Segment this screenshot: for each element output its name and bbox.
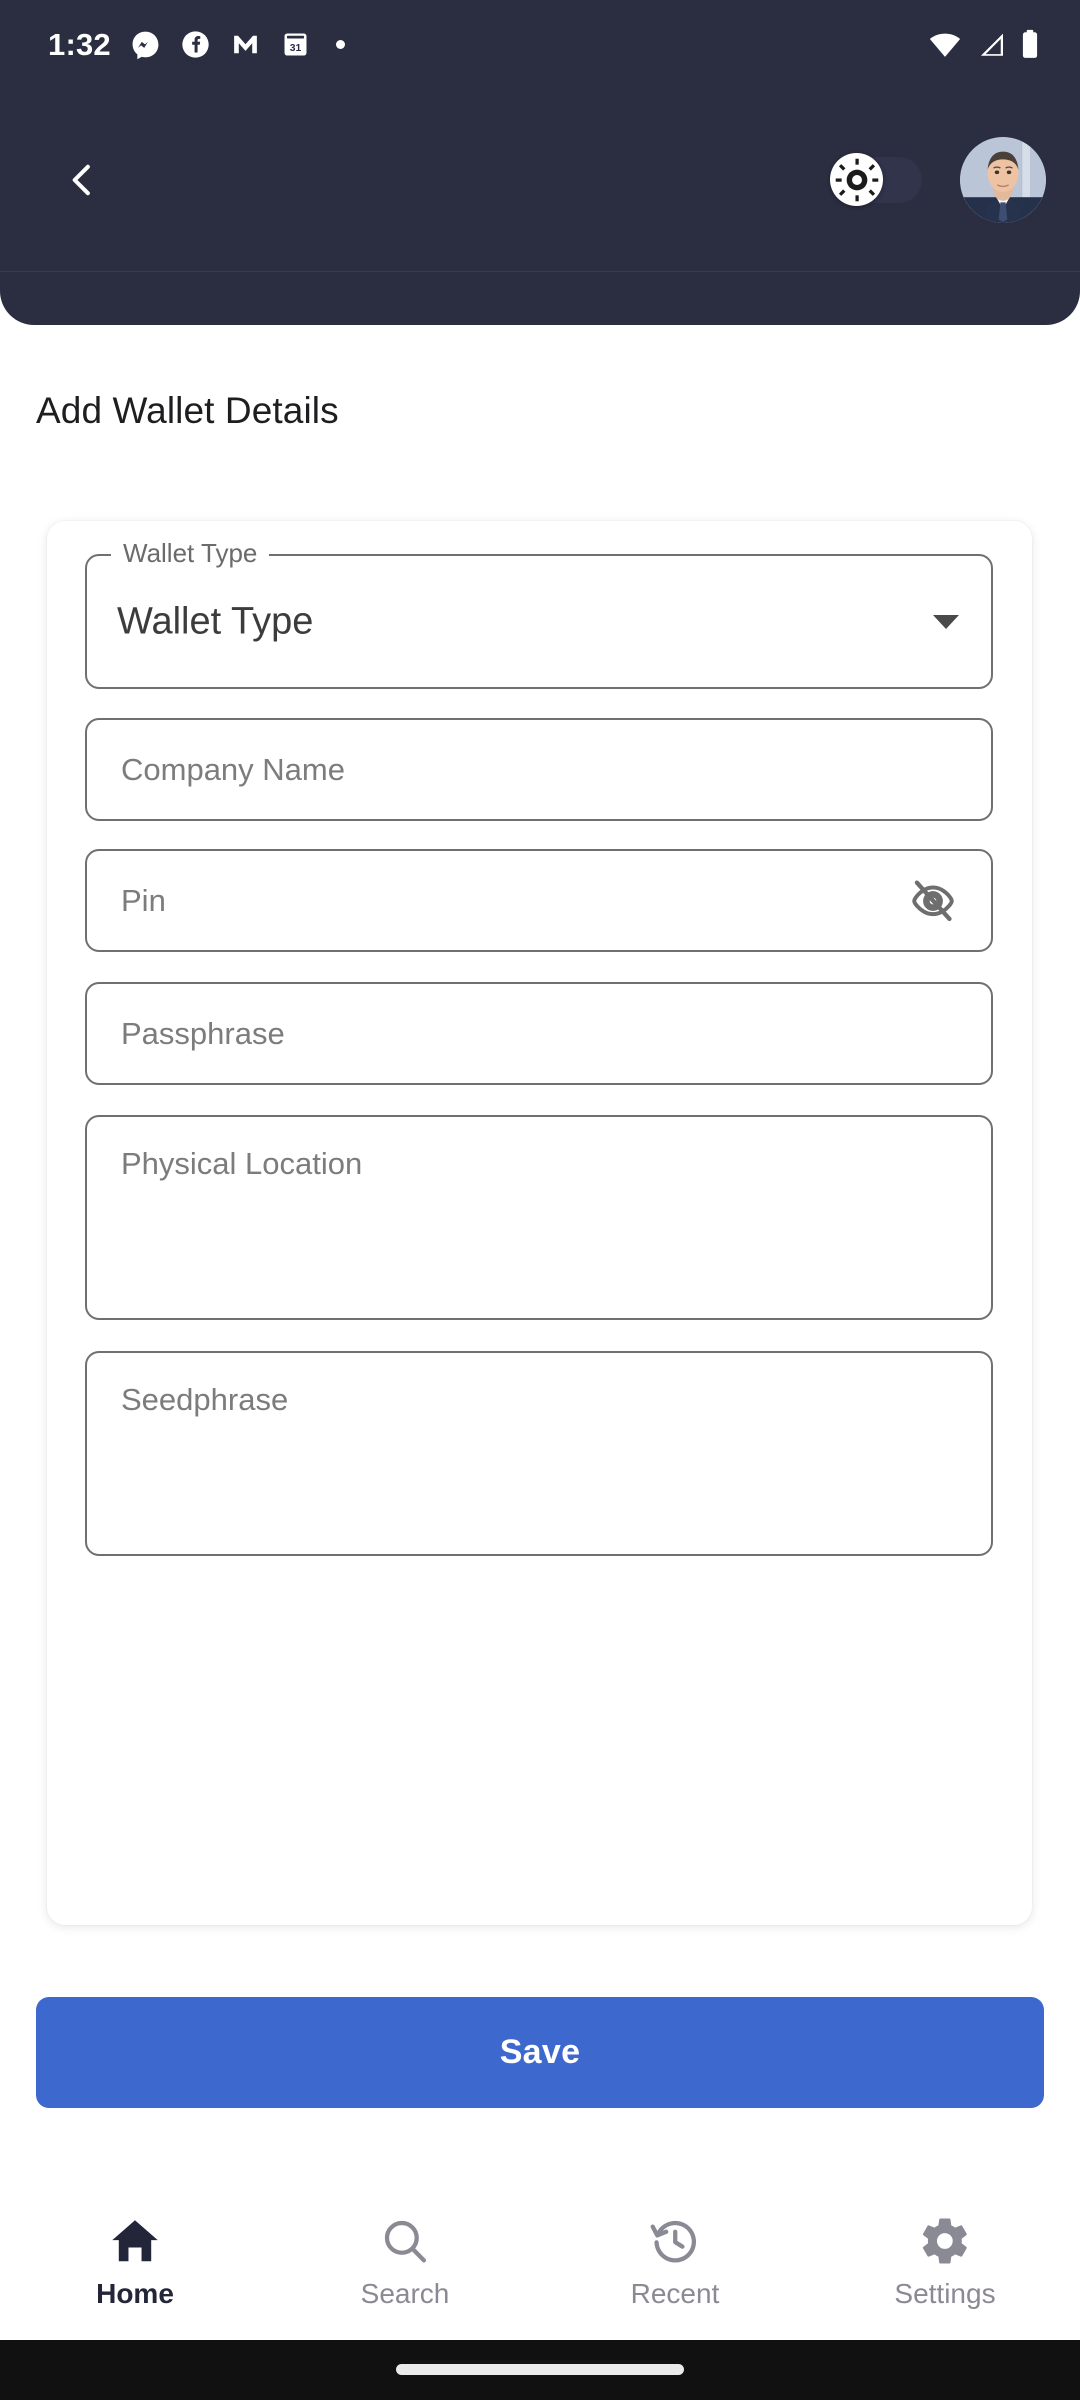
- physical-location-textarea[interactable]: [87, 1117, 991, 1318]
- nav-label-search: Search: [360, 2278, 450, 2309]
- pin-field[interactable]: [85, 849, 993, 952]
- chevron-left-icon: [72, 164, 90, 195]
- app-header: [0, 88, 1080, 325]
- nav-label-recent: Recent: [630, 2278, 720, 2309]
- wallet-type-label: Wallet Type: [123, 538, 258, 568]
- messenger-icon: [132, 31, 159, 59]
- app-header-content: [0, 88, 1080, 271]
- calendar-icon: 31: [284, 33, 307, 55]
- back-button[interactable]: [46, 144, 118, 216]
- wallet-type-select[interactable]: Wallet Type Wallet Type: [85, 538, 993, 689]
- pin-input[interactable]: [87, 851, 991, 950]
- notification-dot-icon: [335, 39, 345, 49]
- chevron-down-icon[interactable]: [933, 614, 959, 629]
- battery-icon: [1022, 29, 1038, 58]
- company-name-field[interactable]: [85, 718, 993, 821]
- nav-label-home: Home: [96, 2278, 174, 2309]
- facebook-icon: [182, 30, 209, 58]
- save-button[interactable]: Save: [36, 1997, 1044, 2108]
- search-icon: [384, 2220, 427, 2263]
- theme-toggle-knob: [830, 153, 883, 206]
- user-profile-photo: [960, 136, 1046, 223]
- physical-location-field[interactable]: [85, 1115, 993, 1320]
- pin-visibility-toggle[interactable]: [907, 875, 959, 927]
- wallet-type-value: Wallet Type: [117, 600, 314, 642]
- nav-item-recent[interactable]: Recent: [540, 2214, 810, 2310]
- nav-item-home[interactable]: Home: [0, 2214, 270, 2310]
- app-header-divider: [0, 271, 1080, 272]
- nav-label-settings: Settings: [894, 2278, 996, 2309]
- seedphrase-field[interactable]: [85, 1351, 993, 1556]
- bottom-navigation: Home Search Recent Settings: [0, 2200, 1080, 2340]
- cellular-signal-icon: [980, 33, 1003, 56]
- system-gesture-bar: [0, 2340, 1080, 2400]
- nav-item-settings[interactable]: Settings: [810, 2214, 1080, 2310]
- status-bar: 1:32 31: [0, 0, 1080, 88]
- gmail-icon: [233, 35, 257, 53]
- nav-item-search[interactable]: Search: [270, 2214, 540, 2310]
- passphrase-field[interactable]: [85, 982, 993, 1085]
- seedphrase-textarea[interactable]: [87, 1353, 991, 1554]
- home-icon: [112, 2220, 158, 2262]
- svg-text:31: 31: [290, 43, 302, 54]
- company-name-input[interactable]: [87, 720, 991, 819]
- passphrase-input[interactable]: [87, 984, 991, 1083]
- gear-icon: [922, 2218, 967, 2264]
- status-bar-clock: 1:32: [48, 26, 111, 62]
- sun-icon: [835, 158, 878, 201]
- status-bar-right: [928, 29, 1040, 59]
- theme-toggle[interactable]: [830, 153, 922, 206]
- app-screen: 1:32 31 Add Wallet Details Wallet Type W…: [0, 0, 1080, 2400]
- status-bar-left: 1:32 31: [48, 29, 345, 60]
- eye-off-icon: [912, 879, 954, 921]
- avatar[interactable]: [960, 136, 1046, 223]
- history-icon: [650, 2220, 696, 2263]
- home-gesture-pill[interactable]: [396, 2364, 684, 2375]
- wallet-form-card: Wallet Type Wallet Type: [47, 521, 1032, 1925]
- page-title: Add Wallet Details: [36, 390, 339, 431]
- wifi-icon: [929, 33, 961, 57]
- app-header-actions: [830, 136, 1046, 223]
